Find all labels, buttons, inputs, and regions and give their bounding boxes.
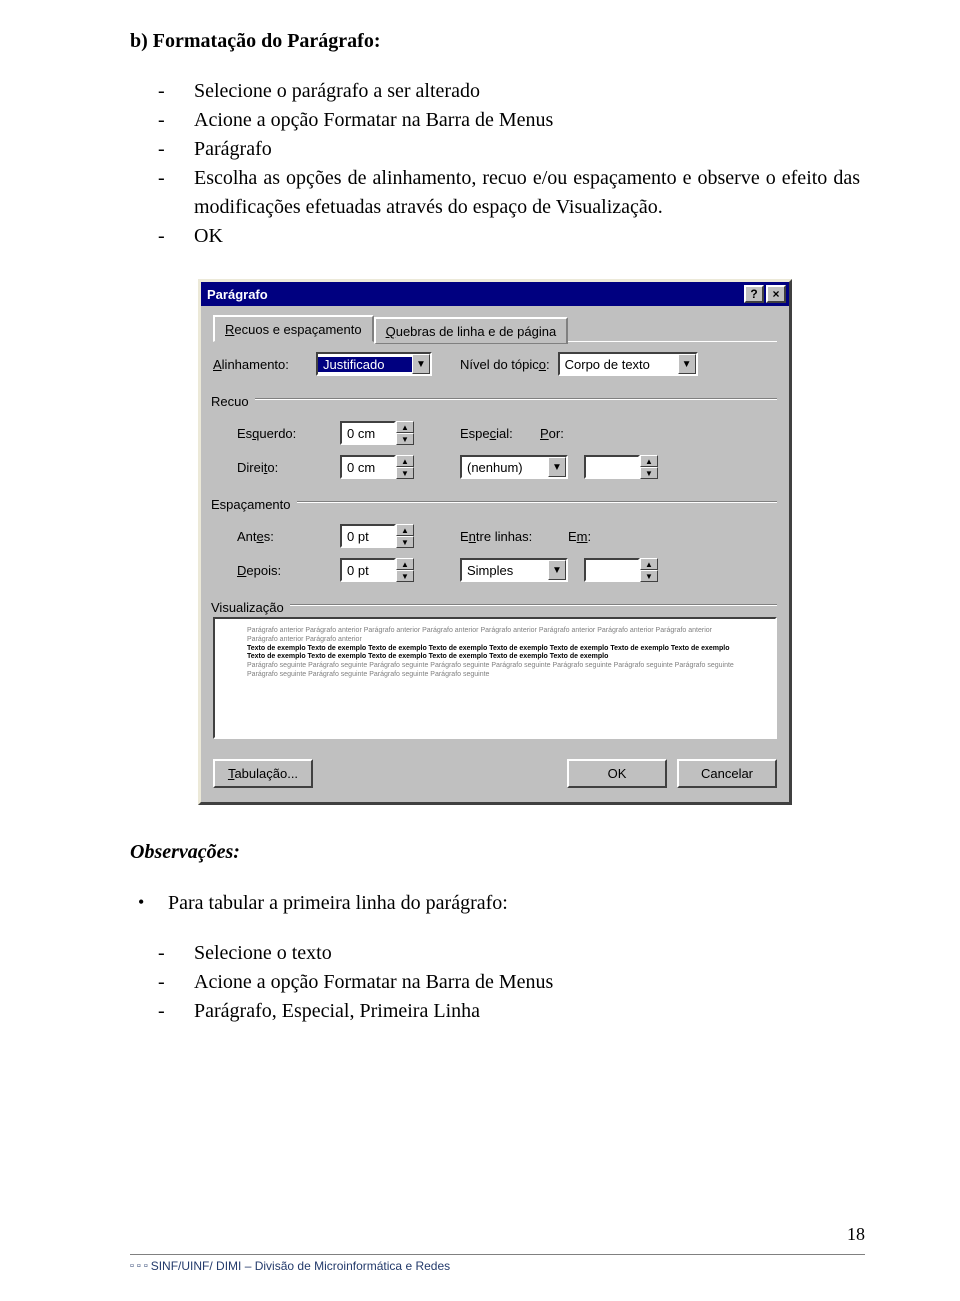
instruction-item: Selecione o parágrafo a ser alterado xyxy=(158,77,860,106)
instruction-item: Selecione o texto xyxy=(158,939,860,968)
tab-label: uebras de linha e de página xyxy=(396,324,556,339)
observacoes-title: Observações: xyxy=(130,841,860,864)
entrelinhas-label: Entre linhas: xyxy=(460,529,560,544)
depois-value: 0 pt xyxy=(347,563,369,578)
group-divider xyxy=(297,501,778,503)
footer-icon: ▫ xyxy=(137,1260,141,1272)
spin-down-icon[interactable]: ▼ xyxy=(396,570,414,582)
cancel-button[interactable]: Cancelar xyxy=(677,759,777,788)
esquerdo-label: Esquerdo: xyxy=(237,426,332,441)
observacoes-list: Para tabular a primeira linha do parágra… xyxy=(138,892,860,915)
especial-label: Especial: xyxy=(460,426,532,441)
tab-label: ecuos e espaçamento xyxy=(234,322,361,337)
antes-label: Antes: xyxy=(237,529,332,544)
direito-value: 0 cm xyxy=(347,460,375,475)
recuo-group-label: Recuo xyxy=(211,394,249,409)
spin-up-icon[interactable]: ▲ xyxy=(640,455,658,467)
dialog-title: Parágrafo xyxy=(207,287,742,302)
dialog-tabs: Recuos e espaçamento Quebras de linha e … xyxy=(213,314,777,342)
spin-up-icon[interactable]: ▲ xyxy=(640,558,658,570)
tab-recuos-espacamento[interactable]: Recuos e espaçamento xyxy=(213,315,374,342)
antes-spinner[interactable]: 0 pt ▲▼ xyxy=(340,524,414,548)
spin-up-icon[interactable]: ▲ xyxy=(396,524,414,536)
ok-button[interactable]: OK xyxy=(567,759,667,788)
close-button[interactable]: × xyxy=(766,285,786,303)
chevron-down-icon[interactable]: ▼ xyxy=(548,560,566,580)
align-select[interactable]: Justificado ▼ xyxy=(316,352,432,376)
depois-spinner[interactable]: 0 pt ▲▼ xyxy=(340,558,414,582)
por-spinner[interactable]: ▲▼ xyxy=(584,455,658,479)
instruction-item: Parágrafo, Especial, Primeira Linha xyxy=(158,997,860,1026)
close-icon: × xyxy=(772,287,779,301)
spin-down-icon[interactable]: ▼ xyxy=(396,536,414,548)
group-divider xyxy=(290,604,777,606)
spin-down-icon[interactable]: ▼ xyxy=(640,570,658,582)
instruction-item: Parágrafo xyxy=(158,135,860,164)
em-label: Em: xyxy=(568,529,628,544)
page-number: 18 xyxy=(847,1224,865,1245)
preview-text-sample: Texto de exemplo Texto de exemplo Texto … xyxy=(247,645,743,663)
align-value: Justificado xyxy=(318,357,412,372)
spin-down-icon[interactable]: ▼ xyxy=(396,467,414,479)
help-button[interactable]: ? xyxy=(744,285,764,303)
entrelinhas-select[interactable]: Simples ▼ xyxy=(460,558,568,582)
group-divider xyxy=(255,398,777,400)
por-label: Por: xyxy=(540,426,630,441)
preview-text-before: Parágrafo anterior Parágrafo anterior Pa… xyxy=(247,627,743,645)
esquerdo-spinner[interactable]: 0 cm ▲▼ xyxy=(340,421,414,445)
instruction-item: Escolha as opções de alinhamento, recuo … xyxy=(158,164,860,222)
instruction-list: Selecione o parágrafo a ser alterado Aci… xyxy=(158,77,860,251)
footer-icon: ▫ xyxy=(144,1260,148,1272)
direito-spinner[interactable]: 0 cm ▲▼ xyxy=(340,455,414,479)
spin-up-icon[interactable]: ▲ xyxy=(396,455,414,467)
visualizacao-group-label: Visualização xyxy=(211,600,284,615)
spin-down-icon[interactable]: ▼ xyxy=(396,433,414,445)
em-spinner[interactable]: ▲▼ xyxy=(584,558,658,582)
chevron-down-icon[interactable]: ▼ xyxy=(678,354,696,374)
preview-text-after: Parágrafo seguinte Parágrafo seguinte Pa… xyxy=(247,662,743,680)
instruction-item: Acione a opção Formatar na Barra de Menu… xyxy=(158,106,860,135)
especial-select[interactable]: (nenhum) ▼ xyxy=(460,455,568,479)
footer-icon: ▫ xyxy=(130,1260,134,1272)
chevron-down-icon[interactable]: ▼ xyxy=(412,354,430,374)
observacoes-steps: Selecione o texto Acione a opção Formata… xyxy=(158,939,860,1026)
especial-value: (nenhum) xyxy=(462,460,548,475)
paragraph-dialog: Parágrafo ? × Recuos e espaçamento Quebr… xyxy=(198,279,792,805)
spin-up-icon[interactable]: ▲ xyxy=(396,421,414,433)
align-label: Alinhamento: xyxy=(213,357,308,372)
nivel-value: Corpo de texto xyxy=(560,357,678,372)
nivel-label: Nível do tópico: xyxy=(460,357,550,372)
nivel-select[interactable]: Corpo de texto ▼ xyxy=(558,352,698,376)
section-title: b) Formatação do Parágrafo: xyxy=(130,30,860,53)
observacoes-bullet: Para tabular a primeira linha do parágra… xyxy=(138,892,860,915)
espacamento-group-label: Espaçamento xyxy=(211,497,291,512)
entrelinhas-value: Simples xyxy=(462,563,548,578)
spin-down-icon[interactable]: ▼ xyxy=(640,467,658,479)
tab-quebras[interactable]: Quebras de linha e de página xyxy=(374,317,569,344)
esquerdo-value: 0 cm xyxy=(347,426,375,441)
spin-up-icon[interactable]: ▲ xyxy=(396,558,414,570)
help-icon: ? xyxy=(750,287,757,301)
preview-box: Parágrafo anterior Parágrafo anterior Pa… xyxy=(213,617,777,739)
chevron-down-icon[interactable]: ▼ xyxy=(548,457,566,477)
footer-text: SINF/UINF/ DIMI – Divisão de Microinform… xyxy=(151,1259,450,1273)
instruction-item: OK xyxy=(158,222,860,251)
tabulacao-button[interactable]: Tabulação... xyxy=(213,759,313,788)
antes-value: 0 pt xyxy=(347,529,369,544)
footer: ▫ ▫ ▫ SINF/UINF/ DIMI – Divisão de Micro… xyxy=(130,1254,865,1273)
dialog-titlebar: Parágrafo ? × xyxy=(201,282,789,306)
depois-label: Depois: xyxy=(237,563,332,578)
instruction-item: Acione a opção Formatar na Barra de Menu… xyxy=(158,968,860,997)
direito-label: Direito: xyxy=(237,460,332,475)
